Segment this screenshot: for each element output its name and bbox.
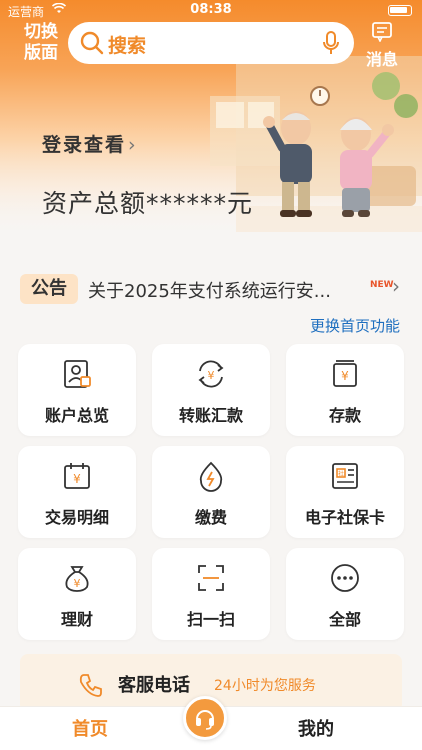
new-badge: NEW [370, 280, 394, 290]
customer-service-button[interactable] [183, 696, 227, 740]
deposit-icon: ¥ [333, 360, 357, 387]
menu-all[interactable]: 全部 [286, 548, 404, 640]
menu-transfer[interactable]: ¥ 转账汇款 [152, 344, 270, 436]
svg-text:¥: ¥ [74, 577, 81, 590]
login-prompt-label: 登录查看 [42, 134, 127, 156]
search-placeholder: 搜索 [108, 35, 147, 57]
change-home-features-link[interactable]: 更换首页功能 [310, 315, 400, 336]
menu-label: 理财 [60, 610, 93, 629]
menu-label: 扫一扫 [186, 610, 235, 629]
svg-text:社: 社 [338, 470, 344, 478]
service-subtitle: 24小时为您服务 [214, 678, 316, 694]
message-icon [372, 22, 392, 43]
menu-label: 账户总览 [44, 406, 109, 425]
menu-payment[interactable]: 缴费 [152, 446, 270, 538]
transfer-icon: ¥ [198, 360, 224, 388]
wealth-management-icon: ¥ [65, 566, 89, 592]
switch-layout-button[interactable]: 切换版面 [20, 22, 62, 64]
search-bar[interactable]: 搜索 [68, 22, 354, 64]
svg-text:¥: ¥ [73, 472, 81, 486]
headset-icon [196, 710, 214, 730]
scan-icon [198, 565, 224, 591]
payment-icon [199, 461, 223, 492]
battery-icon [388, 5, 412, 16]
menu-transaction-details[interactable]: ¥ 交易明细 [18, 446, 136, 538]
menu-label: 转账汇款 [178, 406, 243, 425]
status-bar: 运营商 08:38 [0, 0, 422, 20]
notice-text: 关于2025年支付系统运行安... [88, 281, 331, 302]
service-title: 客服电话 [118, 675, 190, 696]
more-icon [331, 564, 359, 592]
menu-deposit[interactable]: ¥ 存款 [286, 344, 404, 436]
menu-label: 全部 [328, 610, 361, 629]
search-icon [80, 31, 104, 59]
notice-tag: 公告 [20, 274, 78, 304]
messages-label: 消息 [365, 50, 398, 69]
menu-social-security-card[interactable]: 社 电子社保卡 [286, 446, 404, 538]
status-time: 08:38 [190, 2, 232, 17]
menu-label: 交易明细 [44, 508, 109, 527]
microphone-icon[interactable] [322, 31, 340, 59]
menu-scan[interactable]: 扫一扫 [152, 548, 270, 640]
phone-icon [78, 672, 104, 702]
login-prompt[interactable]: 登录查看 › [42, 130, 138, 157]
notice-bar[interactable]: 公告 关于2025年支付系统运行安... NEW › [20, 268, 410, 308]
account-overview-icon [64, 360, 91, 388]
menu-label: 缴费 [194, 508, 227, 527]
svg-text:¥: ¥ [208, 369, 215, 382]
menu-label: 存款 [328, 406, 361, 425]
chevron-right-icon: › [128, 134, 138, 156]
messages-button[interactable]: 消息 [360, 22, 404, 70]
svg-text:¥: ¥ [341, 369, 349, 383]
transaction-details-icon: ¥ [64, 463, 90, 489]
social-security-card-icon: 社 [332, 463, 358, 489]
menu-label: 电子社保卡 [304, 508, 385, 527]
total-assets: 资产总额******元 [42, 189, 254, 218]
tab-home[interactable]: 首页 [72, 715, 108, 741]
tab-mine[interactable]: 我的 [298, 715, 334, 741]
chevron-right-icon: › [392, 274, 400, 298]
menu-account-overview[interactable]: 账户总览 [18, 344, 136, 436]
menu-wealth-management[interactable]: ¥ 理财 [18, 548, 136, 640]
